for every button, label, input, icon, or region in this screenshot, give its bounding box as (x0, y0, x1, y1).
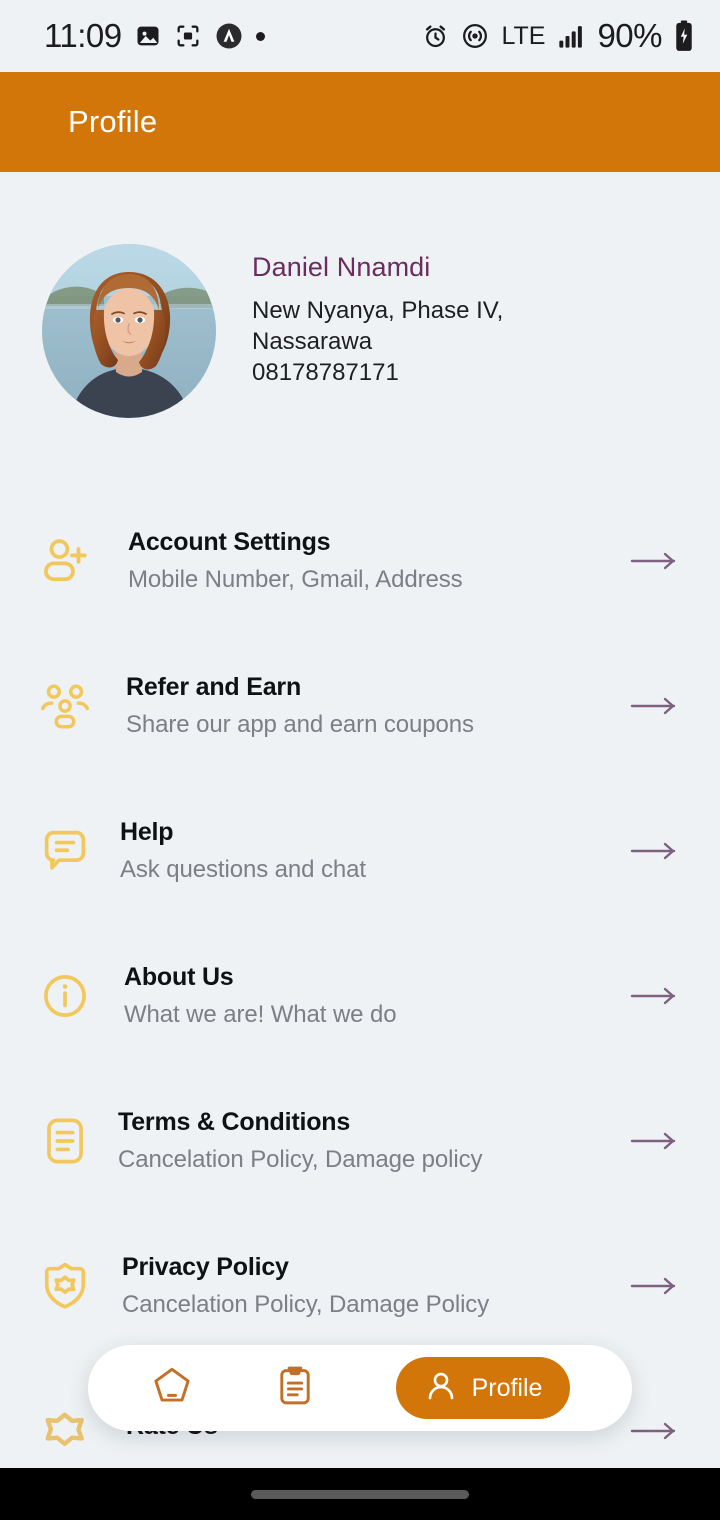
alarm-icon (422, 23, 449, 50)
nav-item-home[interactable] (150, 1364, 194, 1413)
profile-details: Daniel Nnamdi New Nyanya, Phase IV, Nass… (252, 244, 503, 388)
status-bar-right: LTE 90% (422, 17, 694, 55)
app-badge-icon (214, 21, 244, 51)
menu-item-title: Account Settings (128, 527, 331, 556)
menu-item-text: Account Settings Mobile Number, Gmail, A… (96, 528, 626, 594)
menu-item-text: Help Ask questions and chat (96, 818, 626, 884)
battery-percent-label: 90% (597, 17, 662, 54)
menu-item-title: Refer and Earn (126, 672, 302, 701)
menu-item-subtitle: Mobile Number, Gmail, Address (128, 565, 463, 593)
add-person-icon (34, 534, 96, 588)
screenshot-icon (174, 22, 202, 50)
profile-address-line-1: New Nyanya, Phase IV, (252, 297, 504, 324)
profile-address-line-2: Nassarawa (252, 328, 373, 355)
shield-star-icon (34, 1259, 96, 1313)
menu-item-privacy-policy[interactable]: Privacy Policy Cancelation Policy, Damag… (0, 1213, 720, 1358)
signal-bars-icon (557, 23, 585, 49)
nav-item-orders[interactable] (273, 1364, 317, 1413)
chevron-right-arrow-icon[interactable] (626, 985, 682, 1007)
menu-item-text: About Us What we are! What we do (96, 963, 626, 1029)
chevron-right-arrow-icon[interactable] (626, 1275, 682, 1297)
menu-item-text: Privacy Policy Cancelation Policy, Damag… (96, 1253, 626, 1319)
profile-name: Daniel Nnamdi (252, 252, 431, 282)
hotspot-icon (461, 22, 489, 50)
menu-item-subtitle: Ask questions and chat (120, 855, 366, 883)
menu-item-account-settings[interactable]: Account Settings Mobile Number, Gmail, A… (0, 488, 720, 633)
star-outline-icon (34, 1402, 96, 1460)
chevron-right-arrow-icon[interactable] (626, 840, 682, 862)
menu-item-help[interactable]: Help Ask questions and chat (0, 778, 720, 923)
clipboard-orders-icon (273, 1364, 317, 1413)
document-lines-icon (34, 1115, 96, 1167)
chevron-right-arrow-icon[interactable] (626, 550, 682, 572)
avatar[interactable] (42, 244, 216, 418)
chevron-right-arrow-icon[interactable] (626, 1130, 682, 1152)
menu-item-about-us[interactable]: About Us What we are! What we do (0, 923, 720, 1068)
menu-item-terms-and-conditions[interactable]: Terms & Conditions Cancelation Policy, D… (0, 1068, 720, 1213)
menu-item-title: Privacy Policy (122, 1252, 289, 1281)
user-profile-photo (42, 244, 216, 418)
status-bar-clock: 11:09 (44, 17, 122, 54)
menu-item-subtitle: What we are! What we do (124, 1000, 397, 1028)
nav-item-profile-label: Profile (471, 1373, 543, 1402)
gesture-handle[interactable] (251, 1489, 469, 1499)
status-bar: 11:09 LTE 90% (0, 0, 720, 72)
phone-screen: 11:09 LTE 90% Profile Daniel Nnamdi New … (0, 0, 720, 1520)
menu-item-title: Terms & Conditions (118, 1107, 351, 1136)
home-pentagon-icon (150, 1364, 194, 1413)
chat-bubble-icon (34, 825, 96, 877)
menu-item-title: Help (120, 817, 174, 846)
profile-summary: Daniel Nnamdi New Nyanya, Phase IV, Nass… (0, 172, 720, 418)
menu-item-refer-and-earn[interactable]: Refer and Earn Share our app and earn co… (0, 633, 720, 778)
lte-label: LTE (501, 21, 546, 50)
people-group-icon (34, 679, 96, 733)
chevron-right-arrow-icon[interactable] (626, 695, 682, 717)
dot-indicator-icon (255, 31, 265, 41)
bottom-navigation-bar: Profile (88, 1345, 632, 1431)
status-bar-left: 11:09 (44, 17, 265, 55)
menu-item-title: About Us (124, 962, 234, 991)
chevron-right-arrow-icon[interactable] (626, 1420, 682, 1442)
menu-item-text: Terms & Conditions Cancelation Policy, D… (96, 1108, 626, 1174)
app-bar: Profile (0, 72, 720, 172)
image-icon (134, 22, 162, 50)
person-icon (424, 1369, 458, 1408)
profile-phone: 08178787171 (252, 359, 399, 386)
system-gesture-bar (0, 1468, 720, 1520)
menu-item-subtitle: Share our app and earn coupons (126, 710, 474, 738)
menu-item-text: Refer and Earn Share our app and earn co… (96, 673, 626, 739)
battery-icon (674, 20, 694, 52)
info-circle-icon (34, 970, 96, 1022)
page-title: Profile (68, 104, 158, 139)
nav-item-profile[interactable]: Profile (395, 1357, 571, 1419)
menu-item-subtitle: Cancelation Policy, Damage Policy (122, 1290, 490, 1318)
menu-item-subtitle: Cancelation Policy, Damage policy (118, 1145, 483, 1173)
